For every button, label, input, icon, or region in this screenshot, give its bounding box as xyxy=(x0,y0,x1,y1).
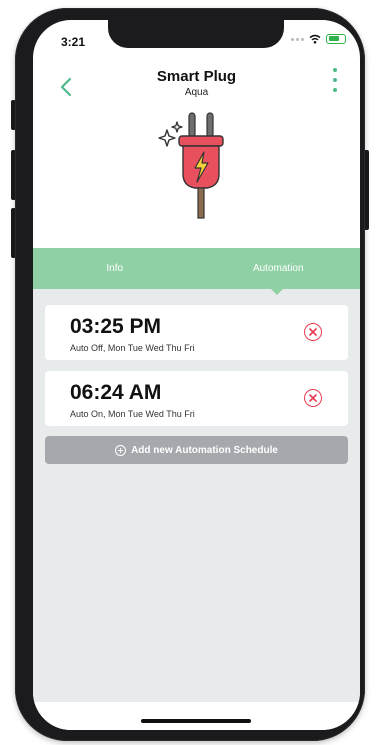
close-icon xyxy=(309,328,317,336)
schedule-time: 06:24 AM xyxy=(70,381,162,404)
schedule-detail: Auto Off, Mon Tue Wed Thu Fri xyxy=(70,343,195,353)
notch xyxy=(108,20,284,48)
bottom-safe-area xyxy=(33,702,360,730)
remove-schedule-icon[interactable] xyxy=(304,323,322,341)
close-icon xyxy=(309,394,317,402)
status-icons xyxy=(291,34,346,44)
schedule-time: 03:25 PM xyxy=(70,315,162,338)
remove-schedule-icon[interactable] xyxy=(304,389,322,407)
plug-icon xyxy=(158,112,224,219)
signal-icon xyxy=(291,37,304,41)
schedule-card[interactable]: 06:24 AM Auto On, Mon Tue Wed Thu Fri xyxy=(45,371,348,426)
automation-list: 03:25 PM Auto Off, Mon Tue Wed Thu Fri 0… xyxy=(33,289,360,730)
tab-automation[interactable]: Automation xyxy=(197,248,361,289)
battery-icon xyxy=(326,34,346,44)
app-screen: 3:21 Smart Plug Aqua Info Automation 03:… xyxy=(33,20,360,730)
add-schedule-button[interactable]: Add new Automation Schedule xyxy=(45,436,348,464)
schedule-card[interactable]: 03:25 PM Auto Off, Mon Tue Wed Thu Fri xyxy=(45,305,348,360)
add-schedule-label: Add new Automation Schedule xyxy=(131,444,278,456)
status-time: 3:21 xyxy=(61,35,86,49)
wifi-icon xyxy=(309,34,321,44)
schedule-detail: Auto On, Mon Tue Wed Thu Fri xyxy=(70,409,195,419)
tab-info[interactable]: Info xyxy=(33,248,197,289)
page-title: Smart Plug xyxy=(156,68,237,85)
home-indicator xyxy=(141,719,251,723)
plus-circle-icon xyxy=(115,444,127,456)
page-subtitle: Aqua xyxy=(184,87,209,98)
tab-indicator xyxy=(271,289,283,295)
more-vertical-icon[interactable] xyxy=(328,68,342,92)
tab-bar: Info Automation xyxy=(33,248,360,289)
